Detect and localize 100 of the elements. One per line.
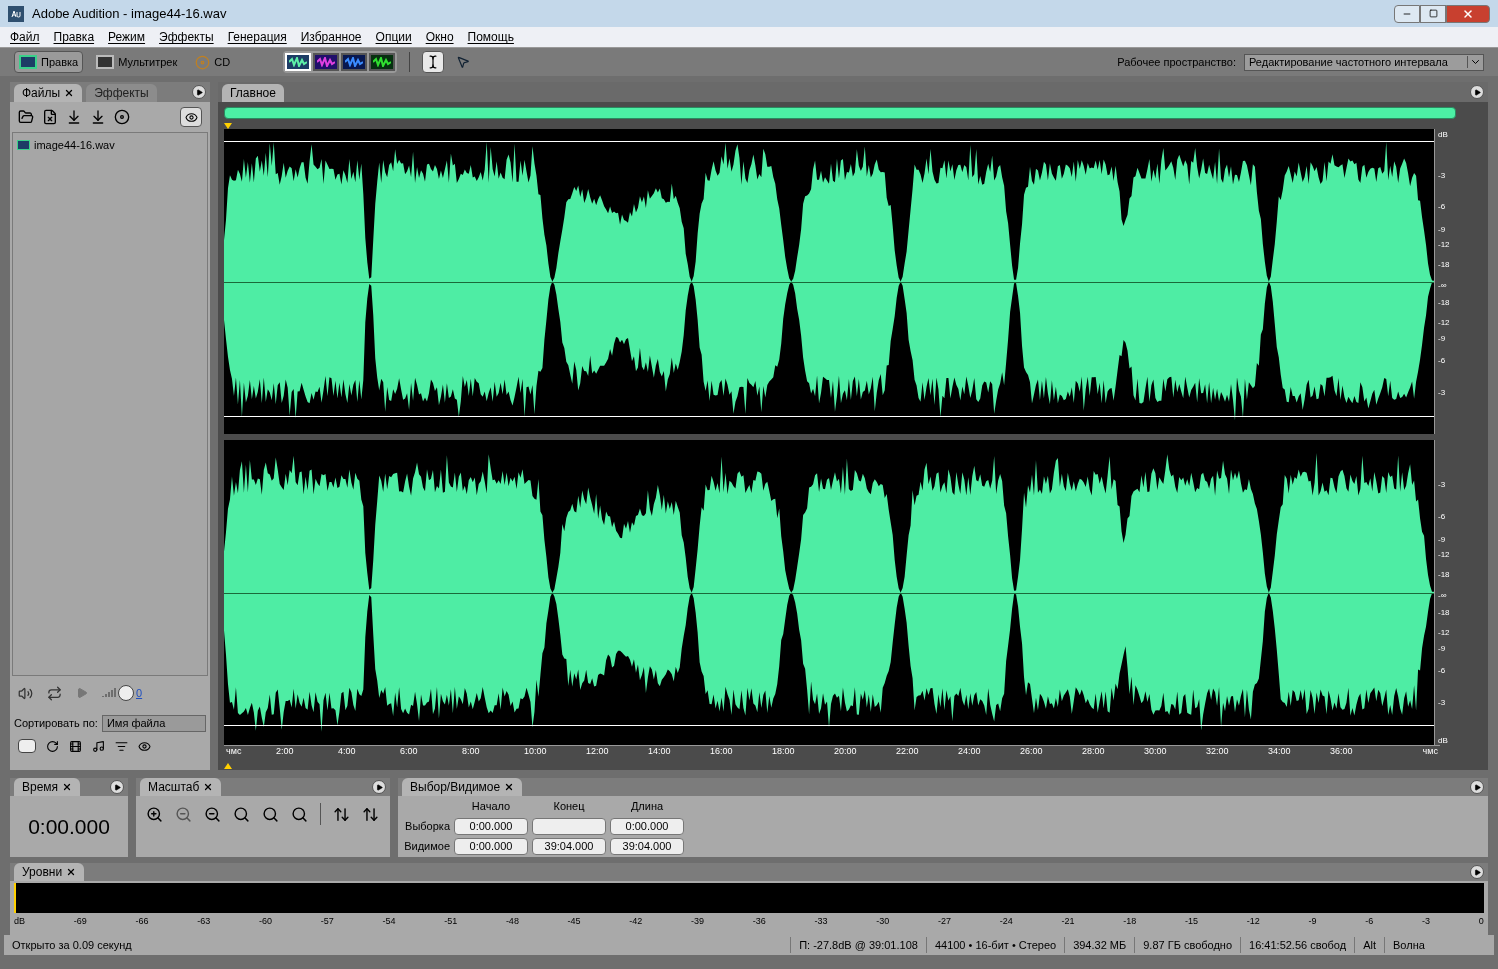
time-label: 10:00 bbox=[524, 747, 547, 756]
close-button[interactable] bbox=[1446, 4, 1490, 23]
panel-tab[interactable]: Выбор/Видимое bbox=[402, 778, 523, 796]
view-button[interactable] bbox=[341, 53, 368, 71]
close-icon[interactable] bbox=[66, 867, 77, 877]
eye-icon[interactable] bbox=[138, 739, 151, 753]
db-label: -12 bbox=[1438, 629, 1450, 637]
db-label: -6 bbox=[1438, 203, 1446, 211]
play-icon bbox=[1473, 868, 1481, 876]
db-label: -9 bbox=[1438, 536, 1446, 544]
music-icon[interactable] bbox=[92, 739, 105, 753]
panel-tab[interactable]: Эффекты bbox=[86, 84, 157, 102]
close-icon[interactable] bbox=[504, 782, 515, 792]
time-label: 28:00 bbox=[1082, 747, 1105, 756]
panel-tab[interactable]: Уровни bbox=[14, 863, 85, 881]
db-label: -3 bbox=[1438, 389, 1446, 397]
mode-button[interactable]: Правка bbox=[14, 51, 84, 73]
sort-dropdown[interactable]: Имя файла bbox=[101, 714, 206, 732]
mode-button[interactable]: Мультитрек bbox=[91, 51, 183, 73]
close-icon[interactable] bbox=[64, 88, 75, 98]
time-field[interactable]: 0:00.000 bbox=[610, 817, 684, 835]
status-text: Волна bbox=[1384, 936, 1494, 954]
db-label: -3 bbox=[1438, 172, 1446, 180]
db-label: -18 bbox=[1438, 261, 1450, 269]
time-field[interactable]: 39:04.000 bbox=[532, 837, 606, 855]
disc-icon bbox=[195, 54, 211, 70]
workspace-dropdown[interactable]: Редактирование частотного интервала bbox=[1244, 53, 1484, 71]
spectrum-icon bbox=[317, 57, 336, 67]
db-label: -9 bbox=[1438, 645, 1446, 653]
status-text: Открыто за 0.09 секунд bbox=[11, 937, 133, 953]
status-text: Alt bbox=[1354, 936, 1384, 954]
menu-item[interactable]: Избранное bbox=[300, 28, 362, 46]
db-label: -12 bbox=[1438, 241, 1450, 249]
panel-tab[interactable]: Масштаб bbox=[140, 778, 222, 796]
zoom-out-icon[interactable] bbox=[204, 805, 221, 823]
filter-icon[interactable] bbox=[115, 739, 128, 753]
status-text: П: -27.8dB @ 39:01.108 bbox=[790, 936, 926, 954]
view-button[interactable] bbox=[369, 53, 396, 71]
play-icon bbox=[1473, 88, 1481, 96]
close-icon[interactable] bbox=[62, 782, 73, 792]
meter-scale-label: -42 bbox=[629, 915, 643, 928]
close-file-icon[interactable] bbox=[42, 109, 58, 125]
panel-menu-button[interactable] bbox=[1470, 85, 1484, 99]
menu-item[interactable]: Окно bbox=[425, 28, 454, 46]
meter-scale-label: -39 bbox=[691, 915, 705, 928]
time-label: 8:00 bbox=[462, 747, 480, 756]
view-button[interactable] bbox=[313, 53, 340, 71]
meter-scale-label: dB bbox=[14, 915, 25, 928]
time-label: 26:00 bbox=[1020, 747, 1043, 756]
open-folder-icon[interactable] bbox=[18, 109, 34, 125]
panel-menu-button[interactable] bbox=[192, 85, 206, 99]
file-item[interactable]: image44-16.wav bbox=[17, 137, 203, 154]
volume-bars-icon bbox=[102, 688, 116, 698]
panel-tab[interactable]: Главное bbox=[222, 84, 284, 102]
disc-icon[interactable] bbox=[114, 109, 130, 125]
panel-menu-button[interactable] bbox=[110, 780, 124, 794]
time-label: 18:00 bbox=[772, 747, 795, 756]
maximize-button[interactable] bbox=[1420, 4, 1446, 23]
time-field[interactable]: 39:04.000 bbox=[610, 837, 684, 855]
scroll-bar[interactable] bbox=[224, 107, 1456, 119]
loop-icon[interactable] bbox=[47, 685, 62, 701]
status-text: 9.87 ГБ свободно bbox=[1134, 936, 1241, 954]
time-label: 32:00 bbox=[1206, 747, 1229, 756]
mode-button[interactable]: CD bbox=[190, 51, 236, 73]
view-options-button[interactable] bbox=[180, 107, 202, 127]
film-icon[interactable] bbox=[69, 739, 82, 753]
time-field[interactable] bbox=[532, 817, 606, 835]
volume-knob[interactable] bbox=[118, 685, 134, 701]
time-label: чмс bbox=[1422, 747, 1438, 756]
marker-icon bbox=[224, 763, 232, 769]
refresh-icon[interactable] bbox=[46, 739, 59, 753]
menu-item[interactable]: Помощь bbox=[467, 28, 514, 46]
db-label: -∞ bbox=[1438, 592, 1447, 600]
meter-scale-label: -36 bbox=[752, 915, 766, 928]
time-field[interactable]: 0:00.000 bbox=[454, 817, 528, 835]
meter-scale-label: -6 bbox=[1365, 915, 1374, 928]
panel-tab[interactable]: Файлы bbox=[14, 84, 83, 102]
zoom-in-icon[interactable] bbox=[146, 805, 163, 823]
menu-item[interactable]: Режим bbox=[108, 28, 146, 46]
menu-item[interactable]: Файл bbox=[10, 28, 40, 46]
meter-scale-label: -15 bbox=[1184, 915, 1198, 928]
db-label: -3 bbox=[1438, 699, 1446, 707]
menu-item[interactable]: Генерация bbox=[227, 28, 287, 46]
meter-scale-label: -51 bbox=[444, 915, 458, 928]
menu-item[interactable]: Правка bbox=[53, 28, 95, 46]
panel-menu-button[interactable] bbox=[1470, 780, 1484, 794]
menu-item[interactable]: Эффекты bbox=[159, 28, 214, 46]
spectrum-icon bbox=[373, 57, 392, 67]
meter-scale-label: 0 bbox=[1478, 915, 1484, 928]
workspace-label: Рабочее пространство: bbox=[1117, 54, 1236, 70]
close-icon[interactable] bbox=[203, 782, 214, 792]
panel-tab[interactable]: Время bbox=[14, 778, 81, 796]
menu-item[interactable]: Опции bbox=[375, 28, 412, 46]
minimize-button[interactable] bbox=[1394, 4, 1420, 23]
time-label: чмс bbox=[226, 747, 242, 756]
speaker-icon[interactable] bbox=[18, 685, 33, 701]
tool-button[interactable] bbox=[422, 51, 445, 73]
time-field[interactable]: 0:00.000 bbox=[454, 837, 528, 855]
panel-menu-button[interactable] bbox=[1470, 865, 1484, 879]
panel-menu-button[interactable] bbox=[372, 780, 386, 794]
